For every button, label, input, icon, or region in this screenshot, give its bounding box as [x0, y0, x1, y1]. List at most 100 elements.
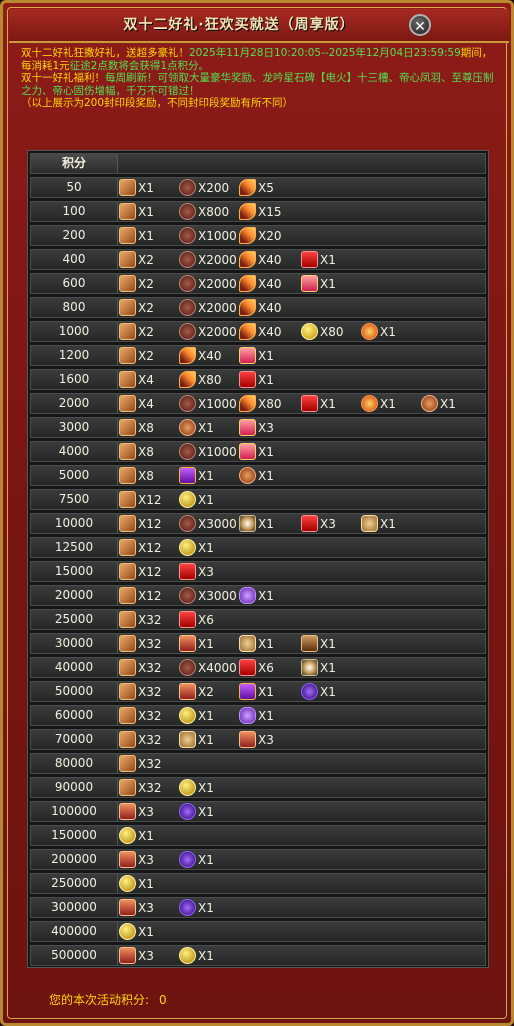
reward-item[interactable]: X32: [119, 755, 162, 772]
reward-item[interactable]: X1: [239, 467, 274, 484]
reward-item[interactable]: X1: [179, 899, 214, 916]
reward-item[interactable]: X2000: [179, 299, 237, 316]
reward-item[interactable]: X2: [119, 299, 154, 316]
reward-item[interactable]: X3: [119, 899, 154, 916]
reward-item[interactable]: X1: [119, 179, 154, 196]
reward-item[interactable]: X3: [301, 515, 336, 532]
reward-item[interactable]: X32: [119, 659, 162, 676]
bag-icon: [179, 203, 196, 220]
reward-item[interactable]: X1: [239, 683, 274, 700]
reward-item[interactable]: X4: [119, 371, 154, 388]
reward-item[interactable]: X3000: [179, 587, 237, 604]
reward-item[interactable]: X3: [119, 803, 154, 820]
reward-item[interactable]: X1: [179, 491, 214, 508]
reward-item[interactable]: X1: [301, 275, 336, 292]
reward-item[interactable]: X4000: [179, 659, 237, 676]
reward-item[interactable]: X12: [119, 491, 162, 508]
reward-item[interactable]: X3: [239, 731, 274, 748]
reward-item[interactable]: X3: [119, 947, 154, 964]
reward-item[interactable]: X1: [239, 347, 274, 364]
close-button[interactable]: ✕: [409, 14, 431, 36]
reward-item[interactable]: X1: [239, 443, 274, 460]
reward-item[interactable]: X2: [179, 683, 214, 700]
reward-item[interactable]: X6: [179, 611, 214, 628]
reward-item[interactable]: X12: [119, 539, 162, 556]
reward-item[interactable]: X40: [239, 251, 282, 268]
reward-item[interactable]: X8: [119, 443, 154, 460]
reward-item[interactable]: X40: [179, 347, 222, 364]
reward-item[interactable]: X80: [239, 395, 282, 412]
reward-item[interactable]: X1: [119, 227, 154, 244]
reward-item[interactable]: X800: [179, 203, 229, 220]
reward-item[interactable]: X3: [239, 419, 274, 436]
reward-item[interactable]: X2: [119, 323, 154, 340]
reward-item[interactable]: X1: [301, 395, 336, 412]
reward-item[interactable]: X5: [239, 179, 274, 196]
reward-item[interactable]: X40: [239, 323, 282, 340]
reward-item[interactable]: X1: [239, 371, 274, 388]
reward-item[interactable]: X2000: [179, 251, 237, 268]
scroll-icon: [119, 515, 136, 532]
reward-item[interactable]: X1: [179, 731, 214, 748]
reward-item[interactable]: X12: [119, 563, 162, 580]
reward-item[interactable]: X2: [119, 275, 154, 292]
reward-item[interactable]: X8: [119, 467, 154, 484]
reward-item[interactable]: X1: [239, 515, 274, 532]
reward-item[interactable]: X1: [179, 779, 214, 796]
reward-item[interactable]: X3: [119, 851, 154, 868]
reward-item[interactable]: X1: [119, 923, 154, 940]
reward-item[interactable]: X40: [239, 299, 282, 316]
reward-item[interactable]: X12: [119, 515, 162, 532]
reward-item[interactable]: X1: [361, 515, 396, 532]
reward-item[interactable]: X8: [119, 419, 154, 436]
reward-item[interactable]: X1: [179, 803, 214, 820]
reward-item[interactable]: X3: [179, 563, 214, 580]
reward-item[interactable]: X1000: [179, 395, 237, 412]
reward-item[interactable]: X80: [301, 323, 344, 340]
reward-item[interactable]: X1: [239, 587, 274, 604]
reward-item[interactable]: X1: [179, 851, 214, 868]
reward-item[interactable]: X1: [239, 635, 274, 652]
reward-item[interactable]: X2: [119, 347, 154, 364]
reward-item[interactable]: X3000: [179, 515, 237, 532]
reward-item[interactable]: X1: [301, 683, 336, 700]
reward-item[interactable]: X1: [119, 203, 154, 220]
reward-item[interactable]: X32: [119, 683, 162, 700]
reward-item[interactable]: X1: [361, 395, 396, 412]
reward-item[interactable]: X32: [119, 611, 162, 628]
reward-item[interactable]: X1: [179, 467, 214, 484]
reward-item[interactable]: X1: [179, 419, 214, 436]
reward-item[interactable]: X1: [179, 707, 214, 724]
reward-item[interactable]: X1: [179, 947, 214, 964]
reward-item[interactable]: X2000: [179, 323, 237, 340]
reward-item[interactable]: X1: [421, 395, 456, 412]
reward-item[interactable]: X20: [239, 227, 282, 244]
reward-item[interactable]: X1000: [179, 443, 237, 460]
reward-item[interactable]: X32: [119, 731, 162, 748]
reward-item[interactable]: X1: [179, 539, 214, 556]
redbox-icon: [301, 251, 318, 268]
reward-item[interactable]: X4: [119, 395, 154, 412]
reward-item[interactable]: X1000: [179, 227, 237, 244]
reward-item[interactable]: X200: [179, 179, 229, 196]
reward-item[interactable]: X1: [301, 251, 336, 268]
reward-item[interactable]: X32: [119, 779, 162, 796]
scroll-icon: [119, 371, 136, 388]
scroll-icon: [119, 491, 136, 508]
reward-item[interactable]: X80: [179, 371, 222, 388]
reward-item[interactable]: X1: [361, 323, 396, 340]
reward-item[interactable]: X12: [119, 587, 162, 604]
reward-item[interactable]: X32: [119, 635, 162, 652]
reward-item[interactable]: X1: [239, 707, 274, 724]
reward-item[interactable]: X1: [301, 635, 336, 652]
reward-item[interactable]: X1: [179, 635, 214, 652]
reward-item[interactable]: X1: [301, 659, 336, 676]
reward-item[interactable]: X2000: [179, 275, 237, 292]
reward-item[interactable]: X1: [119, 875, 154, 892]
reward-item[interactable]: X1: [119, 827, 154, 844]
reward-item[interactable]: X15: [239, 203, 282, 220]
reward-item[interactable]: X2: [119, 251, 154, 268]
reward-item[interactable]: X6: [239, 659, 274, 676]
reward-item[interactable]: X32: [119, 707, 162, 724]
reward-item[interactable]: X40: [239, 275, 282, 292]
